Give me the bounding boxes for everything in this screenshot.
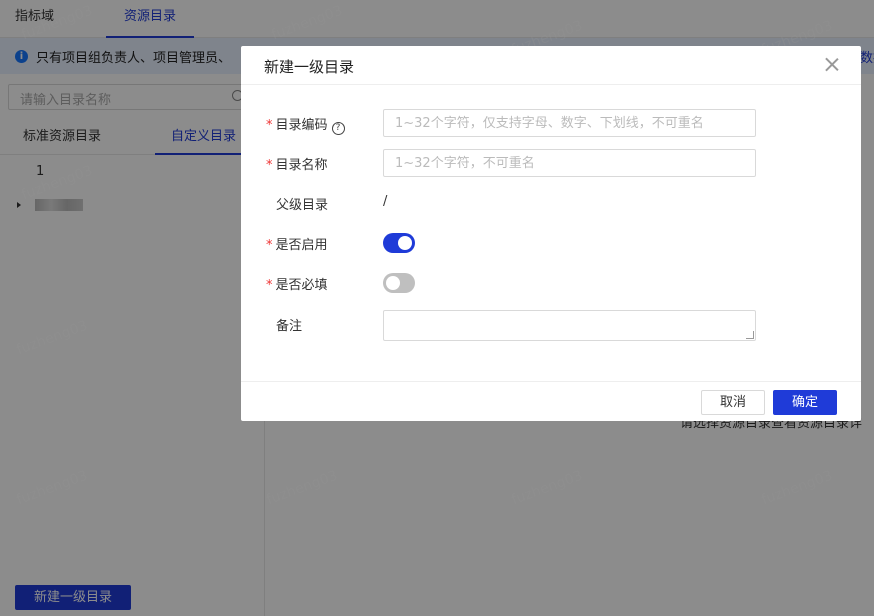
dialog-header: 新建一级目录 (241, 46, 861, 85)
dialog-footer: 取消 确定 (241, 381, 861, 421)
help-icon[interactable]: ? (331, 122, 345, 135)
mandatory-toggle[interactable] (383, 273, 415, 293)
required-mark: * (266, 118, 273, 133)
new-catalog-dialog: 新建一级目录 *目录编码? *目录名称 父级目录 / *是否启用 *是否必填 备… (241, 46, 861, 421)
close-icon[interactable] (825, 57, 839, 71)
toggle-knob (398, 236, 412, 250)
toggle-knob (386, 276, 400, 290)
required-mark: * (266, 278, 273, 293)
remark-label: 备注 (276, 319, 303, 334)
field-label-code: * 目录编码? (266, 114, 345, 135)
field-row-code: * 目录编码? (241, 109, 861, 137)
resize-handle-icon[interactable] (746, 331, 754, 339)
code-label: 目录编码 (275, 118, 328, 133)
name-label: 目录名称 (275, 158, 328, 173)
field-row-name: * 目录名称 (241, 149, 861, 177)
required-mark: * (266, 158, 273, 173)
parent-label: 父级目录 (276, 198, 329, 213)
field-row-enabled: * 是否启用 (241, 229, 861, 257)
field-label-name: * 目录名称 (266, 154, 328, 173)
parent-value: / (383, 194, 388, 209)
field-label-mandatory: * 是否必填 (266, 274, 328, 293)
catalog-code-input[interactable] (383, 109, 756, 137)
field-label-enabled: * 是否启用 (266, 234, 328, 253)
field-row-mandatory: * 是否必填 (241, 269, 861, 297)
required-mark: * (266, 238, 273, 253)
field-row-parent: 父级目录 / (241, 189, 861, 217)
confirm-button[interactable]: 确定 (773, 390, 837, 415)
dialog-title: 新建一级目录 (264, 58, 355, 76)
enabled-label: 是否启用 (275, 238, 328, 253)
enabled-toggle[interactable] (383, 233, 415, 253)
remark-textarea[interactable] (383, 310, 756, 341)
cancel-button[interactable]: 取消 (701, 390, 765, 415)
mandatory-label: 是否必填 (275, 278, 328, 293)
catalog-name-input[interactable] (383, 149, 756, 177)
field-row-remark: 备注 (241, 310, 861, 341)
